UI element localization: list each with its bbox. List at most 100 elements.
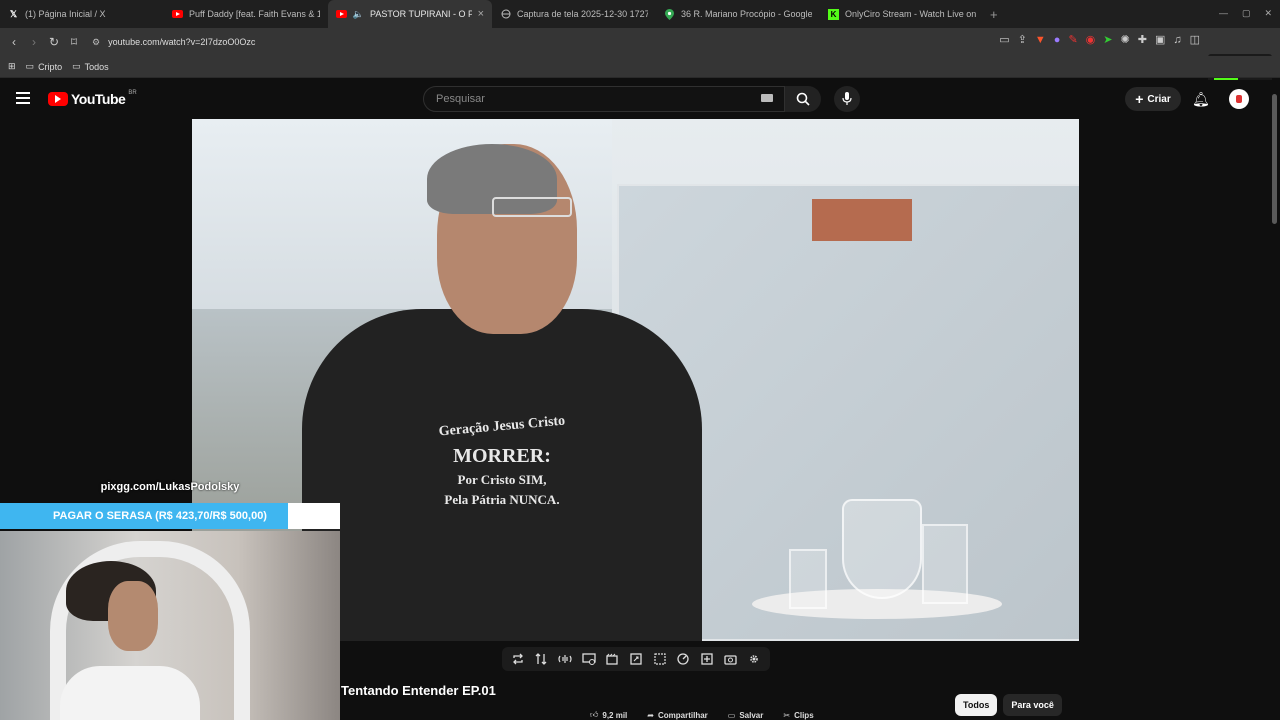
youtube-icon (336, 9, 347, 20)
bookmark-label: Todos (84, 61, 109, 72)
notifications-bell-icon[interactable]: 🔔︎ (1192, 91, 1210, 108)
folder-icon: ▭ (72, 61, 81, 71)
screen-icon[interactable] (582, 652, 596, 666)
camera-icon[interactable] (723, 652, 737, 666)
kick-icon: K (828, 8, 839, 20)
bookmark-folder-cripto[interactable]: ▭ Cripto (26, 61, 63, 72)
shirt-line-2: MORRER: (453, 445, 551, 467)
sidebar-icon[interactable]: ◫ (1190, 33, 1200, 46)
donation-url: pixgg.com/LukasPodolsky (100, 481, 240, 493)
avatar-glyph-icon (1236, 95, 1242, 103)
crop-icon[interactable] (653, 652, 667, 666)
bookmark-folder-todos[interactable]: ▭ Todos (72, 61, 109, 72)
extensions-area: ▭ ⇪ ▼ ● ✎ ◉ ➤ ✺ ✚ ▣ ♫ ◫ (999, 33, 1200, 47)
new-tab-icon[interactable]: + (990, 7, 998, 22)
site-info-icon[interactable]: ⚙ (92, 37, 100, 48)
tab-title: Captura de tela 2025-12-30 172756 (517, 9, 648, 19)
youtube-icon (172, 9, 183, 20)
share-arrow-icon: ➦ (647, 710, 654, 720)
share-button[interactable]: ➦ Compartilhar (647, 710, 708, 720)
scrollbar-thumb[interactable] (1272, 94, 1277, 224)
tab-x[interactable]: 𝕏 (1) Página Inicial / X (0, 0, 164, 28)
bookmarks-bar: ⊞ ▭ Cripto ▭ Todos (0, 56, 1280, 78)
water-jar (842, 499, 922, 599)
search-button[interactable] (785, 86, 821, 112)
video-actions: 👍︎ 9,2 mil ➦ Compartilhar ▭ Salvar ✂ Clips (590, 710, 814, 720)
youtube-wordmark: YouTube (71, 91, 126, 107)
resize-icon[interactable] (629, 652, 643, 666)
avatar[interactable] (1229, 89, 1249, 109)
extensions-puzzle-icon[interactable]: ✚ (1138, 33, 1147, 46)
url-text: youtube.com/watch?v=2I7dzoO0Ozc (108, 37, 256, 47)
extension-gear-icon[interactable]: ✺ (1121, 33, 1130, 46)
reload-icon[interactable]: ↻ (44, 35, 64, 49)
tab-puff-daddy[interactable]: Puff Daddy [feat. Faith Evans & 112] (164, 0, 328, 28)
clips-label: Clips (794, 710, 814, 720)
tab-captura[interactable]: Captura de tela 2025-12-30 172756 (492, 0, 656, 28)
sort-icon[interactable] (534, 652, 548, 666)
clips-button[interactable]: ✂ Clips (783, 710, 813, 720)
brave-shield-icon[interactable]: ▼ (1035, 34, 1046, 46)
extension-purple-icon[interactable]: ● (1054, 34, 1061, 46)
minimize-icon[interactable]: — (1219, 8, 1228, 19)
recommendation-chips: Todos Para você (955, 694, 1062, 716)
thumbs-up-icon: 👍︎ (590, 710, 599, 719)
man-glasses (492, 197, 572, 217)
extension-box-icon[interactable]: ▣ (1155, 33, 1165, 46)
tab-title: Puff Daddy [feat. Faith Evans & 112] (189, 9, 320, 19)
back-icon[interactable]: ‹ (4, 35, 24, 49)
donation-goal-overlay: pixgg.com/LukasPodolsky PAGAR O SERASA (… (0, 481, 340, 531)
search-placeholder: Pesquisar (436, 93, 485, 105)
forward-icon[interactable]: › (24, 35, 44, 49)
extension-record-icon[interactable]: ◉ (1086, 33, 1096, 46)
chip-todos[interactable]: Todos (955, 694, 998, 716)
bookmark-icon[interactable]: ⌑ (64, 35, 84, 49)
tab-title: OnlyCiro Stream - Watch Live on Kick (845, 9, 976, 19)
like-button[interactable]: 👍︎ 9,2 mil (590, 710, 627, 720)
microphone-icon (842, 92, 852, 105)
audio-icon[interactable] (558, 652, 572, 666)
save-button[interactable]: ▭ Salvar (728, 710, 764, 720)
shirt-line-4: Pela Pátria NUNCA. (444, 492, 560, 507)
youtube-logo[interactable]: YouTube BR (48, 90, 137, 107)
search-input[interactable]: Pesquisar (423, 86, 785, 112)
address-bar: ‹ › ↻ ⌑ ⚙ youtube.com/watch?v=2I7dzoO0Oz… (0, 28, 1280, 88)
create-button[interactable]: + Criar (1125, 87, 1181, 111)
streamer-shirt (60, 666, 200, 720)
keyboard-icon[interactable] (761, 94, 773, 102)
window-controls: — ▢ ✕ (1219, 8, 1272, 19)
streamer-face (108, 581, 158, 651)
close-window-icon[interactable]: ✕ (1264, 8, 1272, 19)
page-scrollbar[interactable] (1270, 80, 1280, 720)
loop-icon[interactable] (511, 652, 525, 666)
extension-red-icon[interactable]: ✎ (1068, 33, 1077, 46)
media-icon[interactable]: ♫ (1173, 34, 1181, 46)
extension-green-icon[interactable]: ➤ (1103, 33, 1112, 46)
menu-icon[interactable] (16, 92, 30, 104)
tab-google-maps[interactable]: 36 R. Mariano Procópio - Google Ma (656, 0, 820, 28)
x-logo-icon: 𝕏 (9, 8, 18, 19)
donation-label: PAGAR O SERASA (R$ 423,70/R$ 500,00) (0, 503, 340, 529)
create-label: Criar (1147, 93, 1171, 105)
settings-icon[interactable] (747, 652, 761, 666)
search-icon (796, 92, 810, 106)
speaker-icon[interactable]: 🔈 (353, 9, 364, 20)
tab-kick[interactable]: K OnlyCiro Stream - Watch Live on Kick (820, 0, 984, 28)
apps-grid-icon[interactable]: ⊞ (8, 61, 16, 72)
wall-sculpture (812, 199, 912, 241)
browser-tab-bar: 𝕏 (1) Página Inicial / X Puff Daddy [fea… (0, 0, 1280, 28)
url-field[interactable]: ⚙ youtube.com/watch?v=2I7dzoO0Ozc (92, 37, 255, 48)
share-icon[interactable]: ⇪ (1018, 33, 1027, 46)
add-icon[interactable] (700, 652, 714, 666)
chip-para-voce[interactable]: Para você (1003, 694, 1062, 716)
tab-pastor-tupirani[interactable]: 🔈 PASTOR TUPIRANI - O PASTO × (328, 0, 492, 28)
close-tab-icon[interactable]: × (478, 8, 484, 20)
voice-search-button[interactable] (834, 86, 860, 112)
clapper-icon[interactable] (605, 652, 619, 666)
region-code: BR (128, 90, 137, 96)
webcam-overlay (0, 531, 340, 720)
cast-icon[interactable]: ▭ (999, 33, 1009, 46)
shirt-print: Geração Jesus Cristo MORRER: Por Cristo … (392, 414, 612, 508)
maximize-icon[interactable]: ▢ (1242, 8, 1251, 19)
speed-icon[interactable] (676, 652, 690, 666)
